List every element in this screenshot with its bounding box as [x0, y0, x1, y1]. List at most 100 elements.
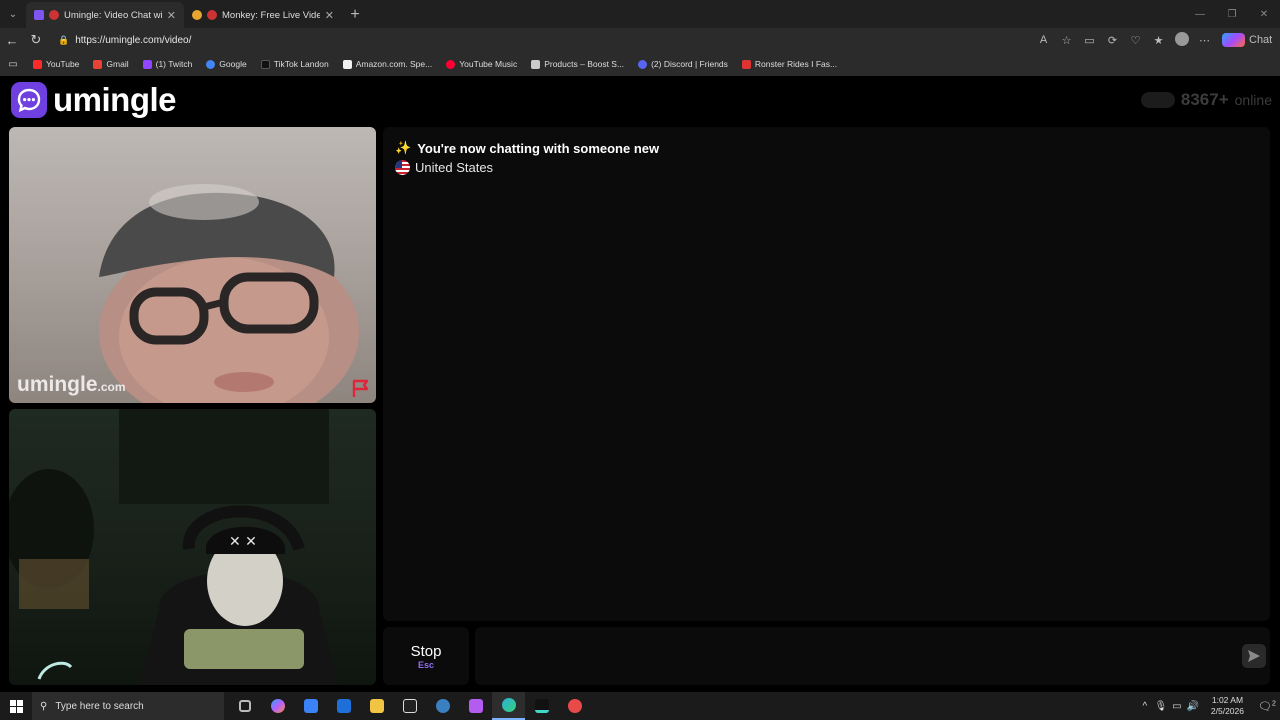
stop-label: Stop: [410, 642, 442, 660]
site-logo[interactable]: umingle: [11, 81, 177, 119]
tab-favicon-icon: [34, 10, 44, 20]
notification-count: 2: [1272, 699, 1276, 707]
bookmark-twitch[interactable]: (1) Twitch: [136, 59, 200, 69]
read-aloud-icon[interactable]: A: [1032, 34, 1055, 46]
recording-indicator-icon: [49, 10, 59, 20]
copilot-chat-button[interactable]: Chat: [1216, 33, 1280, 47]
bookmark-gmail[interactable]: Gmail: [86, 59, 135, 69]
self-video-frame: ✕ ✕: [9, 409, 339, 685]
start-button[interactable]: [0, 692, 32, 720]
minimize-icon[interactable]: —: [1184, 0, 1216, 28]
logo-text: umingle: [53, 81, 177, 118]
close-window-icon[interactable]: ✕: [1248, 0, 1280, 28]
bookmark-discord[interactable]: (2) Discord | Friends: [631, 59, 735, 69]
bookmark-tiktok[interactable]: TikTok Landon: [254, 59, 336, 69]
xbox-app-icon[interactable]: [459, 692, 492, 720]
camera-in-use-icon[interactable]: ▭: [1078, 34, 1101, 47]
terminal-icon[interactable]: [525, 692, 558, 720]
bookmark-amazon[interactable]: Amazon.com. Spe...: [336, 59, 440, 69]
clock-time: 1:02 AM: [1211, 695, 1244, 705]
amazon-icon: [342, 59, 352, 69]
stranger-video-frame: [99, 184, 359, 403]
microsoft-store-icon[interactable]: [294, 692, 327, 720]
svg-text:✕ ✕: ✕ ✕: [229, 534, 257, 550]
favorites-icon[interactable]: ★: [1147, 34, 1170, 47]
back-button[interactable]: ←: [0, 28, 24, 52]
send-icon: [1248, 650, 1260, 662]
online-count: 8367+: [1180, 90, 1229, 109]
self-video: ✕ ✕: [9, 409, 376, 685]
refresh-button[interactable]: ↻: [24, 28, 48, 52]
bookmarks-bar: ▭ YouTube Gmail (1) Twitch Google TikTok…: [0, 52, 1280, 76]
copilot-label: Chat: [1249, 34, 1273, 46]
extensions-icon[interactable]: ⟳: [1101, 34, 1124, 47]
browser-toolbar: A ☆ ▭ ⟳ ♡ ★ ⋯ Chat: [1032, 28, 1280, 52]
copilot-icon: [1222, 33, 1245, 47]
new-tab-button[interactable]: +: [342, 2, 368, 28]
window-controls: — ❐ ✕: [1184, 0, 1280, 28]
favorite-star-icon[interactable]: ☆: [1055, 34, 1078, 47]
tab-close-icon[interactable]: ✕: [167, 9, 176, 22]
network-icon[interactable]: ▭: [1169, 701, 1185, 712]
file-explorer-icon[interactable]: [360, 692, 393, 720]
edge-icon[interactable]: [492, 692, 525, 720]
report-flag-icon[interactable]: [350, 377, 372, 399]
google-icon: [206, 59, 216, 69]
chat-status-message: ✨ You're now chatting with someone new: [395, 140, 1258, 156]
youtube-music-icon: [446, 59, 456, 69]
address-bar-row: ← ↻ 🔒 https://umingle.com/video/ A ☆ ▭ ⟳…: [0, 28, 1280, 52]
notification-icon: 🗨: [1258, 700, 1273, 713]
epic-games-icon[interactable]: [393, 692, 426, 720]
tab-bar: ⌄ Umingle: Video Chat with Str ✕ Monkey:…: [0, 0, 1280, 28]
stop-shortcut: Esc: [417, 659, 434, 670]
chevron-up-icon[interactable]: ^: [1137, 701, 1153, 712]
online-toggle[interactable]: [1140, 92, 1175, 108]
bookmark-products[interactable]: Products – Boost S...: [524, 59, 631, 69]
system-tray: ^ 🎙 ▭ 🔊 1:02 AM 2/5/2026 🗨2: [1137, 692, 1280, 720]
tab-favicon-icon: [192, 10, 202, 20]
recording-app-icon[interactable]: [558, 692, 591, 720]
url-text: https://umingle.com/video/: [75, 34, 192, 46]
stop-button[interactable]: Stop Esc: [383, 627, 469, 685]
taskbar-search-box[interactable]: ⚲ Type here to search: [32, 692, 224, 720]
volume-icon[interactable]: 🔊: [1185, 701, 1201, 712]
stranger-country: United States: [395, 160, 1258, 175]
restore-icon[interactable]: ❐: [1216, 0, 1248, 28]
country-name: United States: [415, 160, 494, 175]
online-counter: 8367+ online: [1140, 90, 1272, 110]
taskbar-apps: [228, 692, 591, 720]
youtube-icon: [33, 59, 42, 69]
bookmark-google[interactable]: Google: [199, 59, 253, 69]
browser-essentials-icon[interactable]: ♡: [1124, 34, 1147, 47]
microphone-icon[interactable]: 🎙: [1153, 701, 1169, 712]
tab-close-icon[interactable]: ✕: [325, 9, 334, 22]
copilot-icon[interactable]: [261, 692, 294, 720]
windows-logo-icon: [9, 699, 23, 713]
bookmark-youtube[interactable]: YouTube: [26, 59, 86, 69]
discord-icon: [638, 59, 648, 69]
gmail-icon: [93, 59, 103, 69]
recording-indicator-icon: [207, 10, 217, 20]
bookmark-youtube-music[interactable]: YouTube Music: [439, 59, 524, 69]
bookmark-ronster-rides[interactable]: Ronster Rides I Fas...: [735, 59, 844, 69]
notification-center-button[interactable]: 🗨2: [1254, 700, 1280, 713]
outlook-icon[interactable]: [327, 692, 360, 720]
tab-actions-menu-button[interactable]: ⌄: [0, 0, 26, 28]
tab-monkey[interactable]: Monkey: Free Live Video Chat ✕: [184, 2, 342, 28]
chat-bubble-icon: [11, 82, 47, 118]
task-view-icon[interactable]: [228, 692, 261, 720]
sidebar-toggle-icon[interactable]: ▭: [0, 59, 26, 70]
steam-icon[interactable]: [426, 692, 459, 720]
send-button[interactable]: [1242, 644, 1266, 668]
tab-title: Monkey: Free Live Video Chat: [222, 9, 320, 21]
more-options-icon[interactable]: ⋯: [1193, 34, 1216, 47]
clock[interactable]: 1:02 AM 2/5/2026: [1201, 695, 1254, 717]
ronster-rides-icon: [741, 59, 751, 69]
lock-icon[interactable]: 🔒: [58, 35, 69, 46]
tab-umingle[interactable]: Umingle: Video Chat with Str ✕: [26, 2, 184, 28]
document-icon: [531, 59, 541, 69]
url-field[interactable]: 🔒 https://umingle.com/video/: [52, 30, 1112, 50]
message-input[interactable]: [475, 627, 1270, 685]
profile-icon[interactable]: [1170, 31, 1193, 49]
windows-taskbar: ⚲ Type here to search ^ 🎙 ▭ 🔊 1:02 AM 2/…: [0, 692, 1280, 720]
